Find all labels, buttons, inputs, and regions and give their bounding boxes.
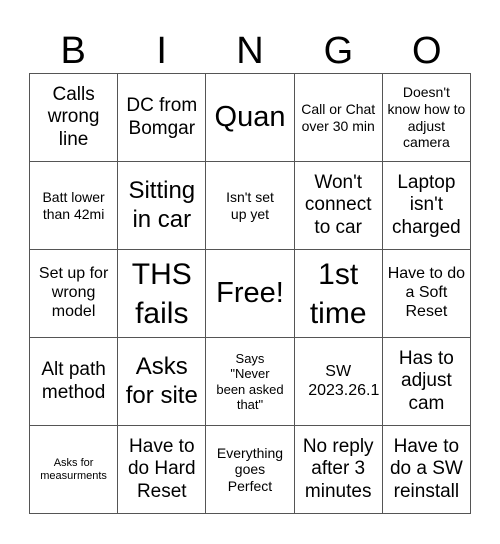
bingo-cell[interactable]: Set up for wrong model bbox=[30, 250, 119, 338]
bingo-header: B I N G O bbox=[29, 28, 471, 73]
cell-text: Doesn't know how to adjust camera bbox=[387, 84, 466, 151]
cell-text: Have to do a SW reinstall bbox=[389, 435, 463, 502]
bingo-cell[interactable]: THS fails bbox=[118, 250, 207, 338]
bingo-cell[interactable]: Won't connect to car bbox=[294, 162, 383, 250]
header-letter-g: G bbox=[323, 29, 354, 72]
cell-text: Quan bbox=[214, 101, 286, 134]
cell-text: 1st time bbox=[309, 257, 367, 330]
cell-text: Call or Chat over 30 min bbox=[301, 100, 376, 134]
bingo-cell[interactable]: Asks for measurments bbox=[30, 426, 119, 514]
bingo-cell[interactable]: Calls wrong line bbox=[30, 74, 119, 162]
header-letter-n: N bbox=[236, 29, 264, 72]
cell-text: Laptop isn't charged bbox=[392, 171, 461, 238]
bingo-cell[interactable]: Have to do a Soft Reset bbox=[382, 250, 471, 338]
bingo-cell[interactable]: Asks for site bbox=[118, 338, 207, 426]
header-letter-i: I bbox=[156, 29, 167, 72]
bingo-cell[interactable]: DC from Bomgar bbox=[118, 74, 207, 162]
cell-text: No reply after 3 minutes bbox=[302, 435, 374, 502]
bingo-cell[interactable]: Everything goes Perfect bbox=[206, 426, 295, 514]
cell-text: THS fails bbox=[131, 257, 192, 330]
cell-text: Everything goes Perfect bbox=[216, 444, 284, 494]
header-letter-o: O bbox=[412, 29, 442, 72]
cell-text: Have to do Hard Reset bbox=[127, 435, 196, 502]
bingo-cell[interactable]: Laptop isn't charged bbox=[382, 162, 471, 250]
cell-text: Won't connect to car bbox=[304, 171, 372, 238]
bingo-grid: Calls wrong line DC from Bomgar Quan Cal… bbox=[29, 73, 471, 514]
cell-text: DC from Bomgar bbox=[126, 95, 198, 139]
bingo-cell[interactable]: Isn't set up yet bbox=[206, 162, 295, 250]
bingo-cell[interactable]: Call or Chat over 30 min bbox=[294, 74, 383, 162]
bingo-cell[interactable]: Alt path method bbox=[30, 338, 119, 426]
bingo-cell[interactable]: Have to do a SW reinstall bbox=[382, 426, 471, 514]
bingo-cell[interactable]: Sitting in car bbox=[118, 162, 207, 250]
bingo-cell[interactable]: Have to do Hard Reset bbox=[118, 426, 207, 514]
cell-text: Asks for measurments bbox=[40, 456, 107, 482]
cell-text: Alt path method bbox=[41, 359, 106, 403]
cell-text: Free! bbox=[216, 277, 284, 310]
bingo-cell[interactable]: 1st time bbox=[294, 250, 383, 338]
cell-text: Has to adjust cam bbox=[398, 347, 454, 414]
cell-text: SW 2023.26.1 bbox=[308, 362, 380, 399]
cell-text: Have to do a Soft Reset bbox=[387, 265, 466, 320]
bingo-cell[interactable]: Says "Never been asked that" bbox=[206, 338, 295, 426]
cell-text: Batt lower than 42mi bbox=[42, 188, 105, 222]
bingo-cell[interactable]: Quan bbox=[206, 74, 295, 162]
cell-text: Sitting in car bbox=[128, 177, 196, 233]
cell-text: Asks for site bbox=[125, 353, 198, 409]
bingo-cell[interactable]: Doesn't know how to adjust camera bbox=[382, 74, 471, 162]
cell-text: Says "Never been asked that" bbox=[216, 350, 284, 412]
header-letter-b: B bbox=[60, 29, 86, 72]
cell-text: Calls wrong line bbox=[47, 83, 100, 150]
bingo-cell[interactable]: No reply after 3 minutes bbox=[294, 426, 383, 514]
bingo-cell[interactable]: Batt lower than 42mi bbox=[30, 162, 119, 250]
bingo-cell[interactable]: SW 2023.26.1 bbox=[294, 338, 383, 426]
cell-text: Set up for wrong model bbox=[38, 265, 109, 320]
bingo-cell[interactable]: Has to adjust cam bbox=[382, 338, 471, 426]
free-space-cell[interactable]: Free! bbox=[206, 250, 295, 338]
cell-text: Isn't set up yet bbox=[226, 188, 274, 222]
